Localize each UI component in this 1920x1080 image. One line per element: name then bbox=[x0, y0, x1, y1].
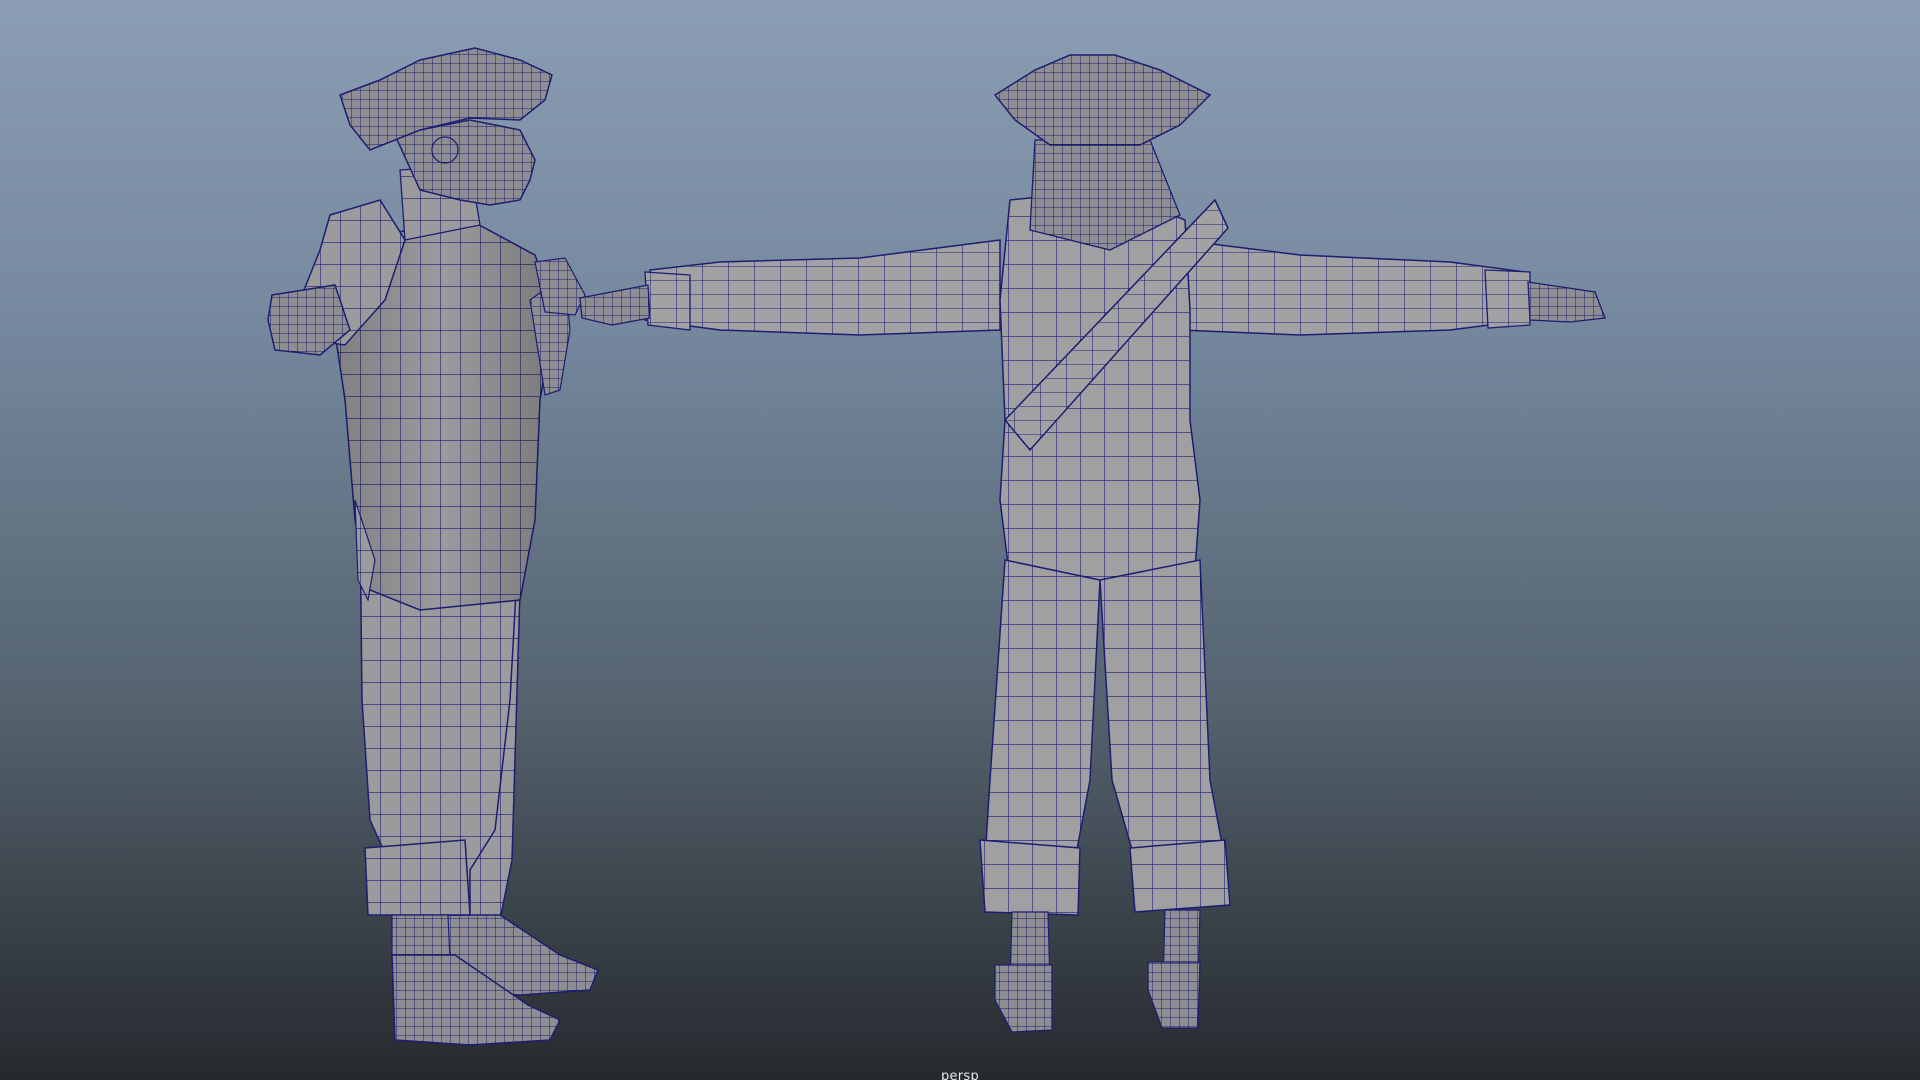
back-hat bbox=[993, 54, 1212, 146]
back-right-cuff-leg bbox=[1129, 839, 1231, 913]
back-right-arm bbox=[1179, 239, 1529, 336]
scene-canvas[interactable] bbox=[0, 0, 1920, 1080]
back-left-arm bbox=[644, 239, 1001, 336]
back-right-boot bbox=[1147, 961, 1201, 1029]
back-left-leg bbox=[984, 559, 1101, 861]
back-left-hand bbox=[579, 284, 651, 326]
back-left-cuff bbox=[644, 271, 691, 331]
camera-name-label: persp bbox=[940, 1069, 980, 1080]
character-side-view[interactable] bbox=[267, 47, 599, 1046]
back-right-leg bbox=[1099, 559, 1226, 861]
back-right-cuff bbox=[1484, 269, 1531, 329]
back-left-cuff-leg bbox=[979, 839, 1081, 916]
side-trouser-cuff bbox=[364, 839, 471, 916]
maya-perspective-viewport[interactable]: persp bbox=[0, 0, 1920, 1080]
character-back-view[interactable] bbox=[579, 54, 1606, 1033]
back-right-hand bbox=[1527, 281, 1606, 323]
side-ear bbox=[431, 136, 459, 164]
back-left-boot bbox=[994, 964, 1053, 1033]
